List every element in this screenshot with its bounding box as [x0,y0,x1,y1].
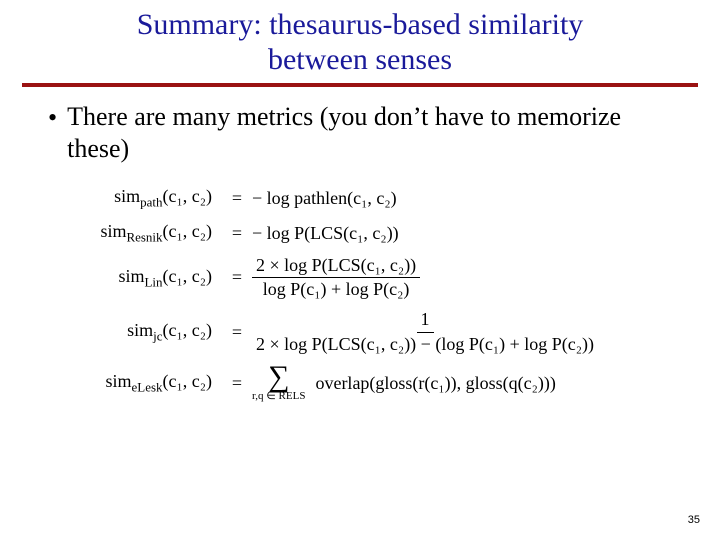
eq-sub: Lin [144,274,162,289]
sum-body: overlap(gloss(r(c₁)), gloss(q(c₂))) [315,373,555,394]
eq-name: sim [127,320,153,340]
title-line-1: Summary: thesaurus-based similarity [137,8,584,41]
eq-name: sim [118,266,144,286]
equals-sign: = [222,223,252,244]
eq-rhs: 2 × log P(LCS(c₁, c₂)) log P(c₁) + log P… [252,256,420,301]
fraction: 2 × log P(LCS(c₁, c₂)) log P(c₁) + log P… [252,256,420,301]
eq-jc: simjc(c₁, c₂) = 1 2 × log P(LCS(c₁, c₂))… [62,310,720,355]
title-line-2: between senses [268,43,452,76]
eq-rhs: ∑ r,q ∈ RELS overlap(gloss(r(c₁)), gloss… [252,365,556,402]
equals-sign: = [222,188,252,209]
equals-sign: = [222,322,252,343]
eq-lhs: simpath(c₁, c₂) [62,186,222,211]
eq-path: simpath(c₁, c₂) = − log pathlen(c₁, c₂) [62,186,720,211]
eq-lhs: simResnik(c₁, c₂) [62,221,222,246]
sigma-icon: ∑ [268,365,289,389]
numerator: 1 [417,310,434,333]
equation-block: simpath(c₁, c₂) = − log pathlen(c₁, c₂) … [62,186,720,401]
eq-args: (c₁, c₂) [162,221,212,241]
numerator: 2 × log P(LCS(c₁, c₂)) [252,256,420,279]
eq-sub: eLesk [132,380,163,395]
fraction: 1 2 × log P(LCS(c₁, c₂)) − (log P(c₁) + … [252,310,598,355]
equals-sign: = [222,373,252,394]
eq-name: sim [100,221,126,241]
title-underline [22,83,698,87]
eq-lhs: simjc(c₁, c₂) [62,320,222,345]
denominator: log P(c₁) + log P(c₂) [259,278,414,300]
eq-args: (c₁, c₂) [162,320,212,340]
eq-name: sim [106,371,132,391]
eq-args: (c₁, c₂) [162,186,212,206]
eq-rhs: 1 2 × log P(LCS(c₁, c₂)) − (log P(c₁) + … [252,310,598,355]
eq-elesk: simeLesk(c₁, c₂) = ∑ r,q ∈ RELS overlap(… [62,365,720,402]
bullet-marker: • [48,101,57,135]
bullet-list: • There are many metrics (you don’t have… [48,101,672,164]
eq-sub: path [140,195,162,210]
eq-lhs: simLin(c₁, c₂) [62,266,222,291]
equals-sign: = [222,267,252,288]
bullet-text: There are many metrics (you don’t have t… [67,101,672,164]
eq-args: (c₁, c₂) [162,266,212,286]
sum-lower-limit: r,q ∈ RELS [252,391,305,402]
eq-args: (c₁, c₂) [162,371,212,391]
denominator: 2 × log P(LCS(c₁, c₂)) − (log P(c₁) + lo… [252,333,598,355]
bullet-item: • There are many metrics (you don’t have… [48,101,672,164]
slide-title: Summary: thesaurus-based similarity betw… [0,0,720,77]
eq-lin: simLin(c₁, c₂) = 2 × log P(LCS(c₁, c₂)) … [62,256,720,301]
eq-lhs: simeLesk(c₁, c₂) [62,371,222,396]
eq-name: sim [114,186,140,206]
page-number: 35 [688,514,700,526]
summation: ∑ r,q ∈ RELS [252,365,305,402]
eq-rhs: − log P(LCS(c₁, c₂)) [252,223,399,244]
eq-rhs: − log pathlen(c₁, c₂) [252,188,397,209]
eq-resnik: simResnik(c₁, c₂) = − log P(LCS(c₁, c₂)) [62,221,720,246]
eq-sub: Resnik [126,230,162,245]
